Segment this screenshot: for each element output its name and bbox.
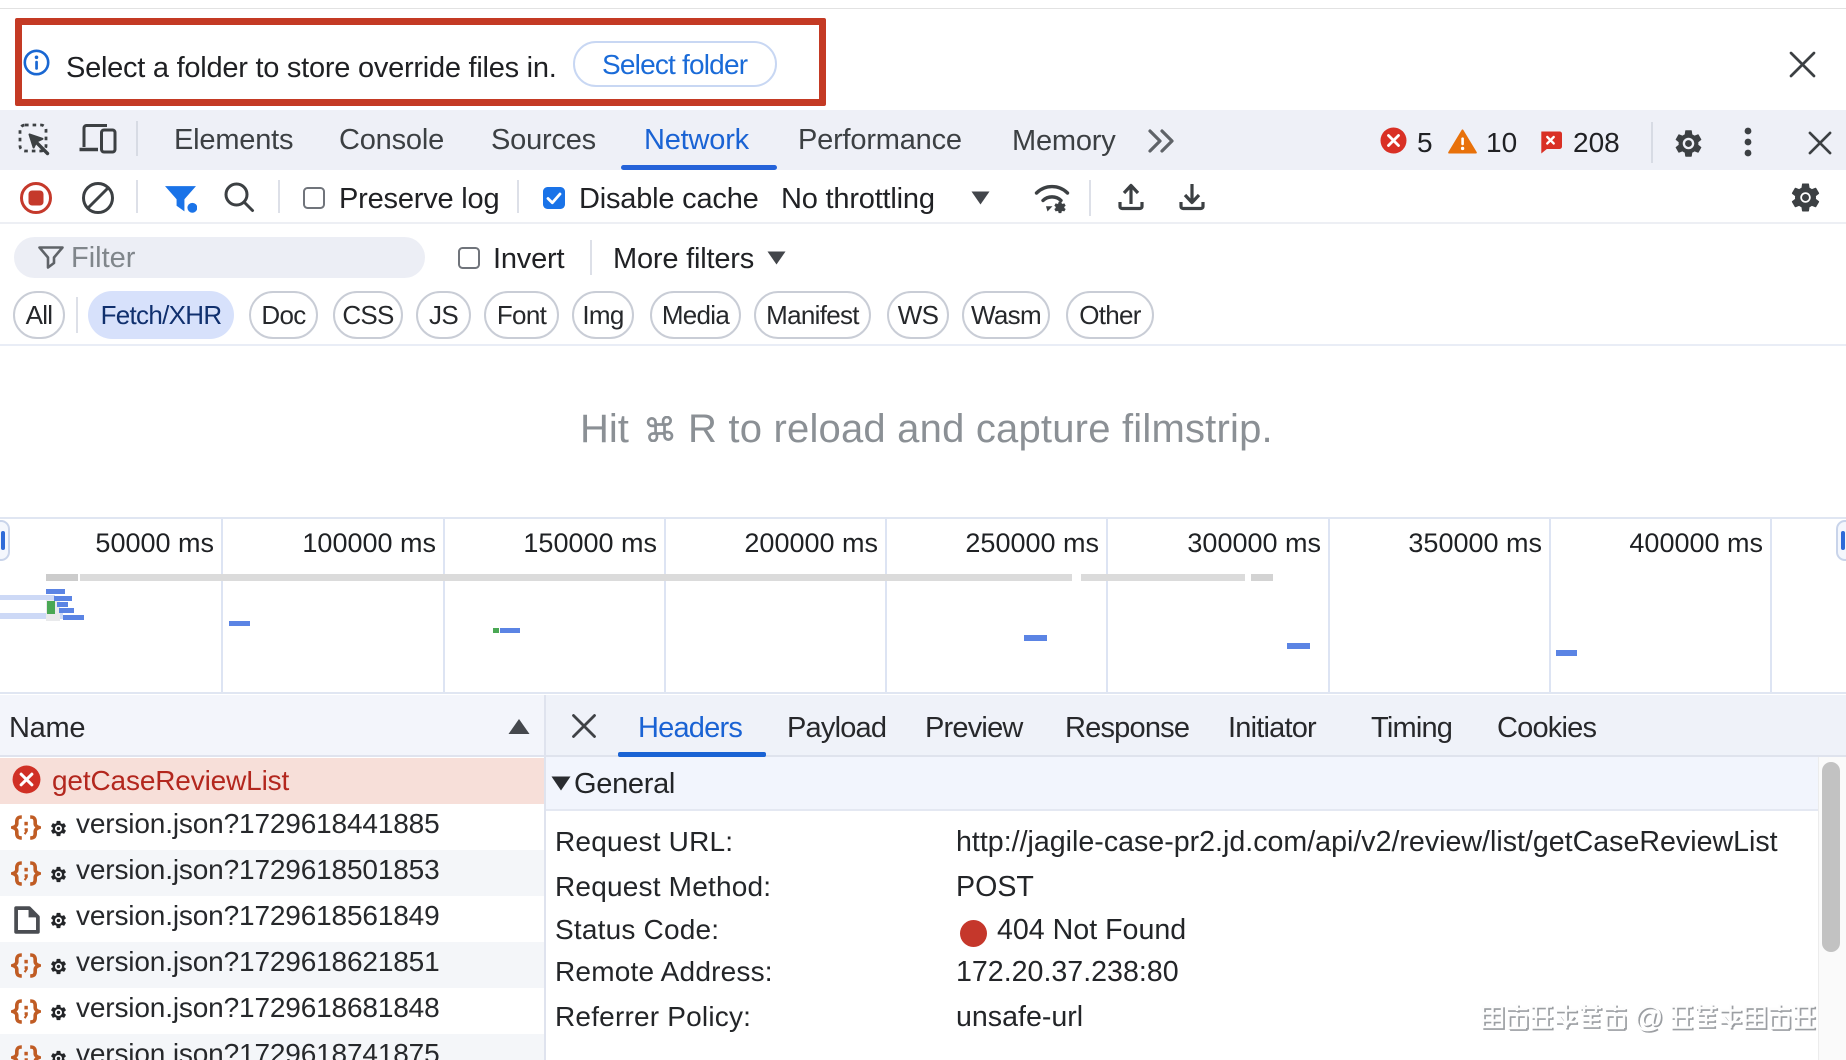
svg-text:@: @	[1634, 1002, 1663, 1034]
